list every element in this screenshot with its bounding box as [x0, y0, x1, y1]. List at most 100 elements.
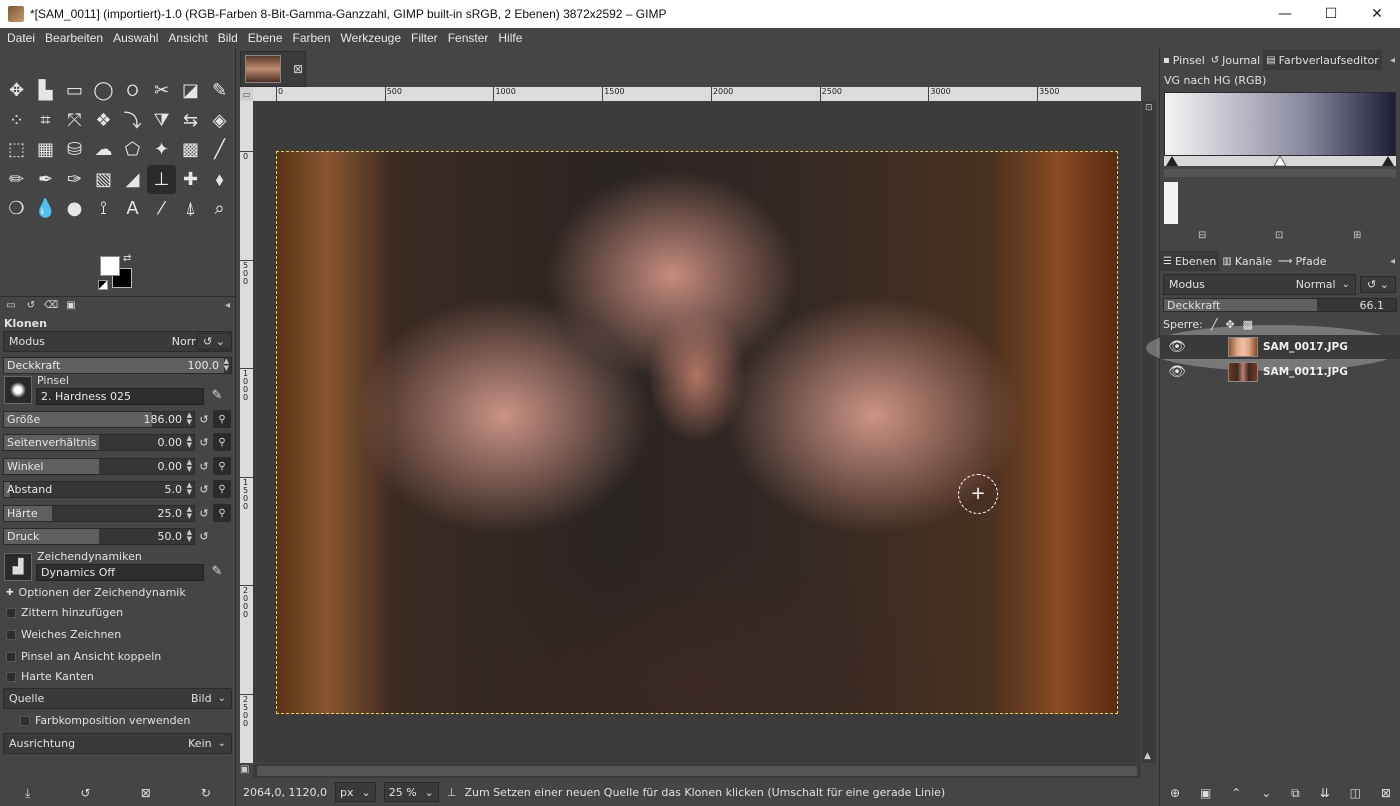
spinner-icon[interactable]: ▲ ▼	[187, 412, 192, 426]
reset-slider-icon[interactable]: ↺	[196, 411, 212, 428]
restore-options-icon[interactable]: ↺	[81, 786, 91, 800]
zoom-in-icon[interactable]: ⊞	[1353, 230, 1361, 241]
new-layer-group-icon[interactable]: ▣	[1200, 786, 1211, 800]
free-select-tool-icon[interactable]: ଠ	[118, 76, 147, 105]
horizontal-scrollbar[interactable]	[253, 764, 1141, 778]
reset-slider-icon[interactable]: ↺	[196, 458, 212, 475]
smudge-tool-icon[interactable]: ☁	[89, 135, 118, 164]
merge-layer-icon[interactable]: ⇊	[1320, 786, 1330, 800]
close-button[interactable]: ✕	[1354, 0, 1400, 28]
reset-colors-icon[interactable]	[98, 280, 108, 290]
menu-ansicht[interactable]: Ansicht	[163, 31, 212, 45]
spinner-icon[interactable]: ▲ ▼	[187, 435, 192, 449]
save-options-icon[interactable]: ⤓	[25, 786, 30, 801]
menu-auswahl[interactable]: Auswahl	[108, 31, 163, 45]
tab-farbverlaufseditor[interactable]: ▤ Farbverlaufseditor	[1263, 50, 1382, 70]
image-canvas[interactable]	[276, 151, 1118, 714]
reset-mode-button[interactable]: ↺ ⌄	[196, 333, 232, 350]
menu-bearbeiten[interactable]: Bearbeiten	[40, 31, 108, 45]
opacity-slider[interactable]: Deckkraft 100.0 ▲ ▼	[3, 357, 232, 374]
slider-1[interactable]: Seitenverhältnis 0.00 ▲ ▼	[3, 434, 195, 451]
airbrush-tool-icon[interactable]: ✒	[31, 165, 60, 194]
rotate-tool-icon[interactable]: ⤵	[118, 106, 147, 135]
zoom-out-icon[interactable]: ⊟	[1198, 230, 1206, 241]
tool-options-tab-icon[interactable]: ▭	[4, 299, 18, 312]
dynamics-options-expander[interactable]: ✚ Optionen der Zeichendynamik	[6, 586, 186, 599]
3d-transform-tool-icon[interactable]: ⬚	[2, 135, 31, 164]
tab-pinsel[interactable]: ▪ Pinsel	[1160, 50, 1208, 70]
layer-name[interactable]: SAM_0017.JPG	[1263, 341, 1348, 353]
pencil-tool-icon[interactable]: ✏	[2, 165, 31, 194]
reset-options-icon[interactable]: ↻	[201, 786, 211, 800]
spinner-icon[interactable]: ▲ ▼	[224, 358, 229, 372]
flip-tool-icon[interactable]: ⇆	[176, 106, 205, 135]
new-layer-icon[interactable]: ⊕	[1170, 786, 1180, 800]
fuzzy-select-tool-icon[interactable]: ✎	[205, 76, 234, 105]
scissors-tool-icon[interactable]: ✂	[147, 76, 176, 105]
mask-layer-icon[interactable]: ◫	[1350, 786, 1361, 800]
reset-layer-mode-button[interactable]: ↺ ⌄	[1360, 276, 1396, 293]
bucket-tool-icon[interactable]: ⛁	[60, 135, 89, 164]
tab-config-icon[interactable]: ◂	[1390, 256, 1395, 267]
slider-5[interactable]: Druck 50.0 ▲ ▼	[3, 528, 195, 545]
close-tab-icon[interactable]: ⊠	[293, 62, 303, 76]
link-to-brush-icon[interactable]: ⚲	[213, 410, 231, 428]
checkbox-box[interactable]	[6, 671, 16, 682]
menu-farben[interactable]: Farben	[288, 31, 336, 45]
zoom-fit-icon[interactable]: ⊡	[1275, 230, 1283, 241]
raise-layer-icon[interactable]: ⌃	[1231, 786, 1241, 800]
smooth-stroke-checkbox[interactable]: Weiches Zeichnen	[6, 628, 121, 641]
images-tab-icon[interactable]: ▣	[64, 299, 78, 312]
spinner-icon[interactable]: ▲ ▼	[187, 482, 192, 496]
menu-datei[interactable]: Datei	[2, 31, 40, 45]
tab-kanaele[interactable]: ▥ Kanäle	[1219, 251, 1275, 271]
fg-bg-colors[interactable]: ⇄	[98, 253, 138, 292]
slider-2[interactable]: Winkel 0.00 ▲ ▼	[3, 458, 195, 475]
rect-select-tool-icon[interactable]: ▭	[60, 76, 89, 105]
menu-ebene[interactable]: Ebene	[243, 31, 288, 45]
spinner-icon[interactable]: ▲ ▼	[187, 459, 192, 473]
hard-edge-checkbox[interactable]: Harte Kanten	[6, 670, 94, 683]
mypaint-tool-icon[interactable]: ▧	[89, 165, 118, 194]
gradient-scrollbar[interactable]	[1164, 169, 1396, 177]
dynamics-preview[interactable]: ▟	[4, 553, 32, 581]
perspective-clone-tool-icon[interactable]: ⬧	[205, 165, 234, 194]
zoom-select[interactable]: 25 % ⌄	[383, 782, 439, 802]
link-to-brush-icon[interactable]: ⚲	[213, 504, 231, 522]
paintbrush-tool-icon[interactable]: ╱	[205, 135, 234, 164]
reset-slider-icon[interactable]: ↺	[196, 434, 212, 451]
tab-ebenen[interactable]: ☰ Ebenen	[1160, 251, 1220, 271]
crop-tool-icon[interactable]: ⌗	[31, 106, 60, 135]
color-select-tool-icon[interactable]: ⁘	[2, 106, 31, 135]
gradient-stop-handles[interactable]	[1164, 155, 1396, 167]
dodge-tool-icon[interactable]: 💧	[31, 194, 60, 223]
scrollbar-thumb[interactable]	[257, 766, 1137, 776]
lock-brush-view-checkbox[interactable]: Pinsel an Ansicht koppeln	[6, 650, 161, 663]
layer-row[interactable]: 👁 SAM_0011.JPG	[1160, 360, 1400, 384]
menu-werkzeuge[interactable]: Werkzeuge	[336, 31, 406, 45]
checkbox-box[interactable]	[20, 715, 30, 726]
cage-tool-icon[interactable]: ⬠	[118, 135, 147, 164]
spinner-icon[interactable]: ▲ ▼	[187, 529, 192, 543]
image-tab[interactable]: ⊠	[240, 51, 306, 87]
foreground-color[interactable]	[100, 256, 120, 276]
measure-tool-icon[interactable]: ⍋	[176, 194, 205, 223]
shear-tool-icon[interactable]: ⧩	[147, 106, 176, 135]
layer-mode-select[interactable]: Modus Normal ⌄	[1163, 274, 1356, 295]
delete-options-icon[interactable]: ⊠	[141, 786, 151, 800]
canvas-viewport[interactable]: +	[253, 101, 1141, 763]
edit-brush-icon[interactable]: ✎	[209, 387, 225, 404]
tab-config-icon[interactable]: ◂	[225, 300, 230, 311]
source-select[interactable]: Quelle Bild ⌄	[3, 688, 232, 709]
blur-tool-icon[interactable]: ❍	[2, 194, 31, 223]
eye-icon[interactable]: 👁	[1162, 364, 1192, 380]
menu-fenster[interactable]: Fenster	[443, 31, 494, 45]
spinner-icon[interactable]: ▲ ▼	[187, 506, 192, 520]
paint-tool-icon[interactable]: ✦	[147, 135, 176, 164]
undo-tab-icon[interactable]: ⌫	[44, 299, 58, 312]
alignment-select[interactable]: Ausrichtung Kein ⌄	[3, 733, 232, 754]
edit-dynamics-icon[interactable]: ✎	[209, 563, 225, 580]
quick-mask-toggle-icon[interactable]: ▭	[240, 87, 253, 101]
heal-tool-icon[interactable]: ✚	[176, 165, 205, 194]
color-picker-tool-icon[interactable]: ⁄	[147, 194, 176, 223]
